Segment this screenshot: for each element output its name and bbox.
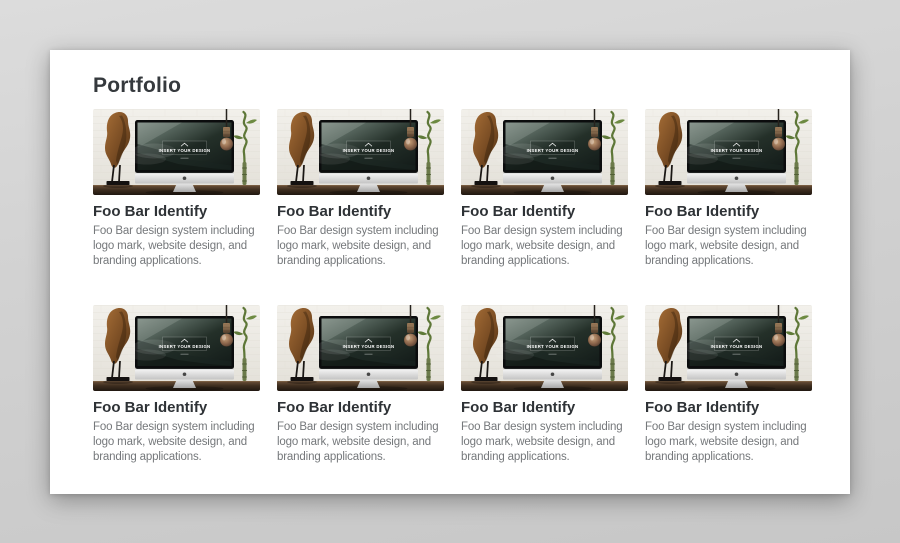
project-title: Foo Bar Identify xyxy=(93,399,260,417)
project-title: Foo Bar Identify xyxy=(645,203,812,221)
portfolio-card-3: Foo Bar Identify Foo Bar design system i… xyxy=(461,109,628,269)
portfolio-card-8: Foo Bar Identify Foo Bar design system i… xyxy=(645,305,812,465)
portfolio-card-7: Foo Bar Identify Foo Bar design system i… xyxy=(461,305,628,465)
project-title: Foo Bar Identify xyxy=(277,203,444,221)
imac-mockup-image xyxy=(645,109,812,195)
project-thumbnail[interactable] xyxy=(93,109,260,195)
project-title: Foo Bar Identify xyxy=(461,203,628,221)
project-description: Foo Bar design system including logo mar… xyxy=(277,224,444,269)
portfolio-page: Portfolio Foo Bar Identify Foo Bar desig… xyxy=(50,50,850,494)
portfolio-card-6: Foo Bar Identify Foo Bar design system i… xyxy=(277,305,444,465)
project-description: Foo Bar design system including logo mar… xyxy=(645,420,812,465)
project-thumbnail[interactable] xyxy=(645,109,812,195)
desktop-background: Portfolio Foo Bar Identify Foo Bar desig… xyxy=(0,0,900,543)
project-description: Foo Bar design system including logo mar… xyxy=(461,224,628,269)
imac-mockup-image xyxy=(93,305,260,391)
project-title: Foo Bar Identify xyxy=(93,203,260,221)
imac-mockup-image xyxy=(645,305,812,391)
page-title: Portfolio xyxy=(93,74,811,98)
project-thumbnail[interactable] xyxy=(277,109,444,195)
project-thumbnail[interactable] xyxy=(461,305,628,391)
imac-mockup-image xyxy=(277,305,444,391)
project-description: Foo Bar design system including logo mar… xyxy=(461,420,628,465)
portfolio-card-1: Foo Bar Identify Foo Bar design system i… xyxy=(93,109,260,269)
imac-mockup-image xyxy=(461,109,628,195)
portfolio-card-2: Foo Bar Identify Foo Bar design system i… xyxy=(277,109,444,269)
portfolio-card-5: Foo Bar Identify Foo Bar design system i… xyxy=(93,305,260,465)
project-thumbnail[interactable] xyxy=(277,305,444,391)
project-thumbnail[interactable] xyxy=(461,109,628,195)
project-description: Foo Bar design system including logo mar… xyxy=(645,224,812,269)
project-title: Foo Bar Identify xyxy=(461,399,628,417)
project-description: Foo Bar design system including logo mar… xyxy=(93,224,260,269)
project-thumbnail[interactable] xyxy=(93,305,260,391)
imac-mockup-image xyxy=(93,109,260,195)
portfolio-grid: Foo Bar Identify Foo Bar design system i… xyxy=(93,109,811,465)
project-thumbnail[interactable] xyxy=(645,305,812,391)
project-title: Foo Bar Identify xyxy=(645,399,812,417)
portfolio-card-4: Foo Bar Identify Foo Bar design system i… xyxy=(645,109,812,269)
imac-mockup-image xyxy=(461,305,628,391)
imac-mockup-image xyxy=(277,109,444,195)
project-title: Foo Bar Identify xyxy=(277,399,444,417)
project-description: Foo Bar design system including logo mar… xyxy=(93,420,260,465)
project-description: Foo Bar design system including logo mar… xyxy=(277,420,444,465)
